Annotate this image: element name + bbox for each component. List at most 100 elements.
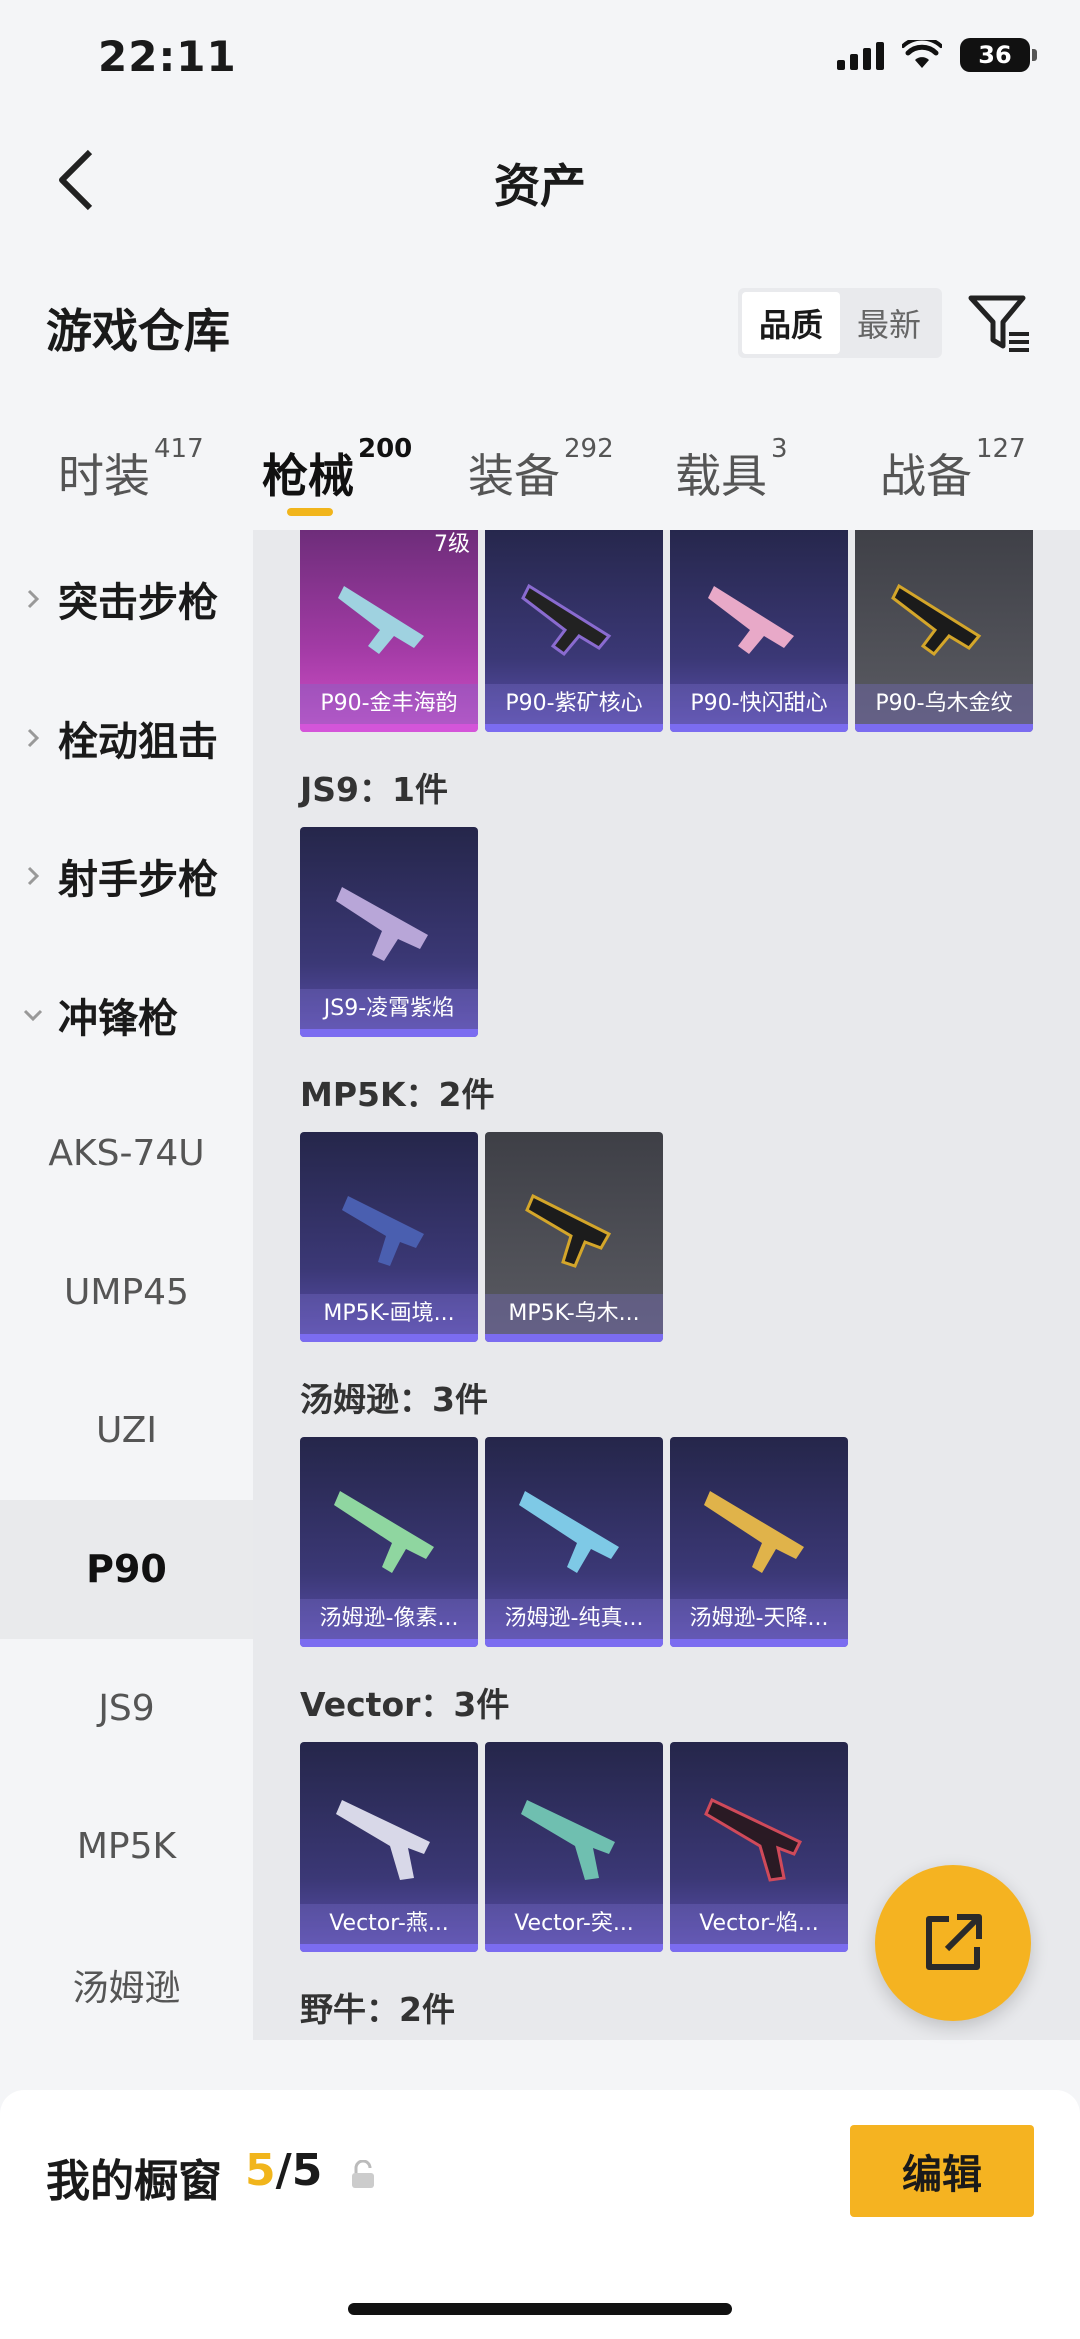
edit-button[interactable]: 编辑 — [850, 2125, 1034, 2217]
sidebar-item-ump45[interactable]: UMP45 — [0, 1223, 253, 1362]
cellular-signal-icon — [837, 40, 884, 70]
tab-equipment[interactable]: 装备 292 — [468, 434, 614, 506]
sidebar-item-bolt-sniper[interactable]: 栓动狙击 — [0, 669, 253, 808]
weapon-name: MP5K-画境... — [300, 1294, 478, 1334]
weapon-icon — [708, 586, 794, 654]
group-label-vector: Vector：3件 — [300, 1685, 510, 1724]
weapon-name: P90-乌木金纹 — [855, 684, 1033, 724]
weapon-type-sidebar: 突击步枪 栓动狙击 射手步枪 冲锋枪 AKS-74U UMP45 UZI P90… — [0, 530, 253, 2040]
showcase-total: /5 — [275, 2145, 323, 2196]
weapon-icon — [525, 1193, 612, 1268]
rarity-bar — [670, 724, 848, 732]
showcase-current: 5 — [245, 2145, 276, 2196]
sidebar-item-marksman-rifle[interactable]: 射手步枪 — [0, 807, 253, 946]
weapon-card-mp5k-2[interactable]: MP5K-乌木... — [485, 1132, 663, 1342]
weapon-name: JS9-凌霄紫焰 — [300, 989, 478, 1029]
weapon-icon — [342, 1196, 424, 1266]
sidebar-item-uzi[interactable]: UZI — [0, 1362, 253, 1501]
sidebar-item-smg[interactable]: 冲锋枪 — [0, 946, 253, 1085]
weapon-name: 汤姆逊-像素... — [300, 1599, 478, 1639]
rarity-bar — [300, 1029, 478, 1037]
weapon-card-p90-1[interactable]: 7级 P90-金丰海韵 — [300, 530, 478, 732]
weapon-icon — [338, 586, 424, 654]
weapon-icon — [704, 1491, 804, 1573]
weapon-card-thompson-1[interactable]: 汤姆逊-像素... — [300, 1437, 478, 1647]
filter-icon[interactable] — [965, 288, 1035, 358]
weapon-icon — [336, 887, 428, 961]
weapon-name: Vector-突... — [485, 1904, 663, 1944]
rarity-bar — [300, 1944, 478, 1952]
status-time: 22:11 — [98, 32, 237, 81]
rarity-bar — [300, 724, 478, 732]
weapon-card-p90-2[interactable]: P90-紫矿核心 — [485, 530, 663, 732]
group-label-mp5k: MP5K：2件 — [300, 1075, 495, 1114]
sidebar-item-label: 射手步枪 — [58, 857, 218, 904]
weapon-card-p90-4[interactable]: P90-乌木金纹 — [855, 530, 1033, 732]
showcase-count: 5/5 — [245, 2145, 322, 2196]
weapon-icon — [891, 583, 982, 657]
group-label-js9: JS9：1件 — [300, 770, 448, 809]
weapon-name: P90-金丰海韵 — [300, 684, 478, 724]
sidebar-item-assault-rifle[interactable]: 突击步枪 — [0, 530, 253, 669]
rarity-bar — [485, 724, 663, 732]
tab-equipment-count: 292 — [564, 434, 614, 464]
sidebar-item-p90[interactable]: P90 — [0, 1500, 253, 1639]
status-icons: 36 — [837, 38, 1037, 72]
tab-firearms-count: 200 — [358, 434, 413, 464]
weapon-name: P90-快闪甜心 — [670, 684, 848, 724]
weapon-name: 汤姆逊-天降... — [670, 1599, 848, 1639]
tab-equipment-label: 装备 — [468, 449, 560, 503]
sidebar-item-label: 冲锋枪 — [58, 996, 178, 1043]
weapon-card-vector-1[interactable]: Vector-燕... — [300, 1742, 478, 1952]
sort-newest-button[interactable]: 最新 — [840, 292, 938, 354]
tab-vehicles-count: 3 — [771, 434, 788, 464]
sort-quality-button[interactable]: 品质 — [742, 292, 840, 354]
group-label-thompson: 汤姆逊：3件 — [300, 1380, 488, 1419]
weapon-name: P90-紫矿核心 — [485, 684, 663, 724]
tab-firearms[interactable]: 枪械 200 — [262, 434, 412, 506]
weapon-icon — [334, 1491, 434, 1573]
weapon-name: Vector-焰... — [670, 1904, 848, 1944]
tab-fashion-count: 417 — [154, 434, 204, 464]
weapon-card-vector-3[interactable]: Vector-焰... — [670, 1742, 848, 1952]
share-button[interactable] — [875, 1865, 1031, 2021]
sort-toggle: 品质 最新 — [738, 288, 942, 358]
share-icon — [926, 1914, 982, 1970]
tab-supplies-label: 战备 — [880, 449, 972, 503]
rarity-bar — [300, 1639, 478, 1647]
sidebar-item-js9[interactable]: JS9 — [0, 1639, 253, 1778]
battery-icon: 36 — [960, 38, 1037, 72]
chevron-right-icon — [27, 728, 40, 747]
tab-supplies[interactable]: 战备 127 — [880, 434, 1026, 506]
weapon-icon — [336, 1800, 430, 1880]
chevron-down-icon — [23, 1010, 43, 1022]
section-header: 游戏仓库 品质 最新 — [0, 270, 1080, 380]
weapon-name: Vector-燕... — [300, 1904, 478, 1944]
sidebar-item-aks74u[interactable]: AKS-74U — [0, 1084, 253, 1223]
rarity-bar — [485, 1944, 663, 1952]
weapon-card-thompson-2[interactable]: 汤姆逊-纯真... — [485, 1437, 663, 1647]
weapon-card-mp5k-1[interactable]: MP5K-画境... — [300, 1132, 478, 1342]
chevron-right-icon — [27, 590, 40, 609]
tab-vehicles[interactable]: 载具 3 — [675, 434, 788, 506]
rarity-bar — [670, 1944, 848, 1952]
tab-fashion-label: 时装 — [58, 449, 150, 503]
weapon-card-js9-1[interactable]: JS9-凌霄紫焰 — [300, 827, 478, 1037]
tab-fashion[interactable]: 时装 417 — [58, 434, 204, 506]
sidebar-item-label: 突击步枪 — [58, 580, 218, 627]
category-tabs: 时装 417 枪械 200 装备 292 载具 3 战备 127 — [0, 420, 1080, 530]
weapon-card-vector-2[interactable]: Vector-突... — [485, 1742, 663, 1952]
page-title: 资产 — [494, 159, 586, 213]
weapon-card-thompson-3[interactable]: 汤姆逊-天降... — [670, 1437, 848, 1647]
weapon-card-p90-3[interactable]: P90-快闪甜心 — [670, 530, 848, 732]
sidebar-item-thompson[interactable]: 汤姆逊 — [0, 1916, 253, 2040]
nav-header: 资产 — [0, 130, 1080, 230]
tab-supplies-count: 127 — [976, 434, 1026, 464]
tab-active-indicator — [287, 508, 333, 516]
sidebar-item-label: 栓动狙击 — [58, 718, 218, 765]
rarity-bar — [855, 724, 1033, 732]
home-indicator — [348, 2303, 732, 2315]
chevron-right-icon — [27, 867, 40, 886]
lock-icon — [352, 2160, 374, 2188]
sidebar-item-mp5k[interactable]: MP5K — [0, 1777, 253, 1916]
